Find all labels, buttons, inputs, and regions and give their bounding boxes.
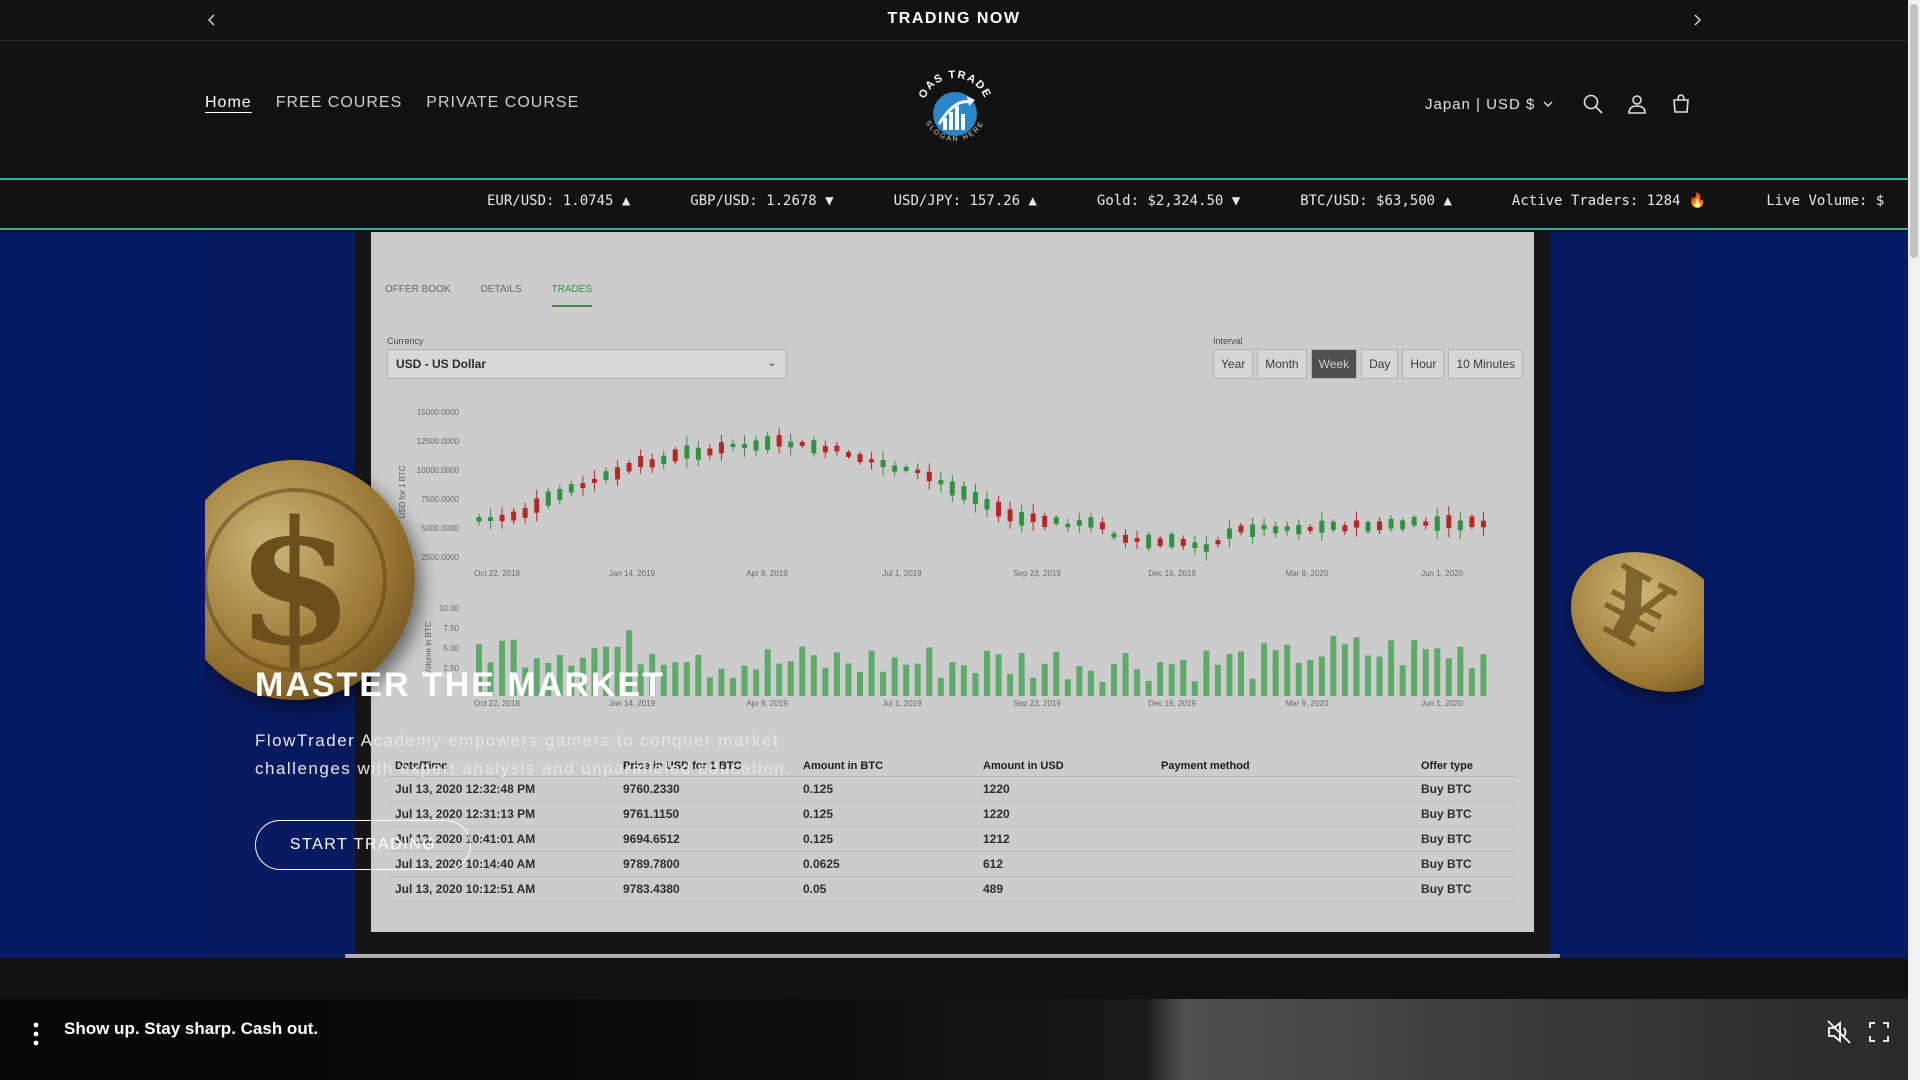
ticker-item: EUR/USD: 1.0745 ▲ [487,193,631,209]
fullscreen-icon[interactable] [1864,1017,1894,1047]
ticker-track: EUR/USD: 1.0745 ▲ GBP/USD: 1.2678 ▼ USD/… [487,193,1884,209]
hero-title: MASTER THE MARKET [255,666,665,704]
chevron-down-icon [1543,101,1553,107]
page-scrollbar[interactable] [1908,0,1920,1080]
header-actions: Japan | USD $ [1425,86,1703,122]
site-logo[interactable]: OAS TRADE SLOGAN HERE [905,58,1005,158]
ticker-item: Active Traders: 1284 🔥 [1511,193,1707,209]
nav-free-coures[interactable]: FREE COURES [276,94,403,112]
announcement-text: TRADING NOW [887,10,1021,27]
ticker-item: GBP/USD: 1.2678 ▼ [690,193,834,209]
start-trading-button[interactable]: START TRADING [255,820,471,870]
ticker-item: USD/JPY: 157.26 ▲ [893,193,1037,209]
account-icon[interactable] [1615,86,1659,122]
site-header: Home FREE COURES PRIVATE COURSE OAS TRAD… [0,42,1908,178]
hero-banner: OFFER BOOK DETAILS TRADES Currency USD -… [205,232,1704,958]
locale-selector[interactable]: Japan | USD $ [1425,96,1553,113]
locale-label: Japan | USD $ [1425,95,1536,113]
chevron-right-icon[interactable] [1687,10,1707,30]
menu-dots-icon[interactable] [26,1019,46,1049]
video-player-bar: Show up. Stay sharp. Cash out. [0,999,1908,1080]
announcement-bar: TRADING NOW [0,0,1908,41]
hero-description: FlowTrader Academy empowers gamers to co… [255,731,792,778]
mute-icon[interactable] [1824,1017,1854,1047]
hero-copy: MASTER THE MARKET FlowTrader Academy emp… [255,666,815,783]
ticker-item: Gold: $2,324.50 ▼ [1096,193,1241,209]
main-nav: Home FREE COURES PRIVATE COURSE [205,94,579,112]
scrollbar-thumb[interactable] [1910,4,1918,258]
video-caption: Show up. Stay sharp. Cash out. [64,1019,319,1038]
cart-icon[interactable] [1659,86,1703,122]
ticker-item: BTC/USD: $63,500 ▲ [1300,193,1452,209]
search-icon[interactable] [1571,86,1615,122]
ticker-item: Live Volume: $ [1766,193,1885,209]
nav-private-course[interactable]: PRIVATE COURSE [426,94,579,112]
nav-home[interactable]: Home [205,94,252,112]
price-ticker: EUR/USD: 1.0745 ▲ GBP/USD: 1.2678 ▼ USD/… [0,178,1908,230]
